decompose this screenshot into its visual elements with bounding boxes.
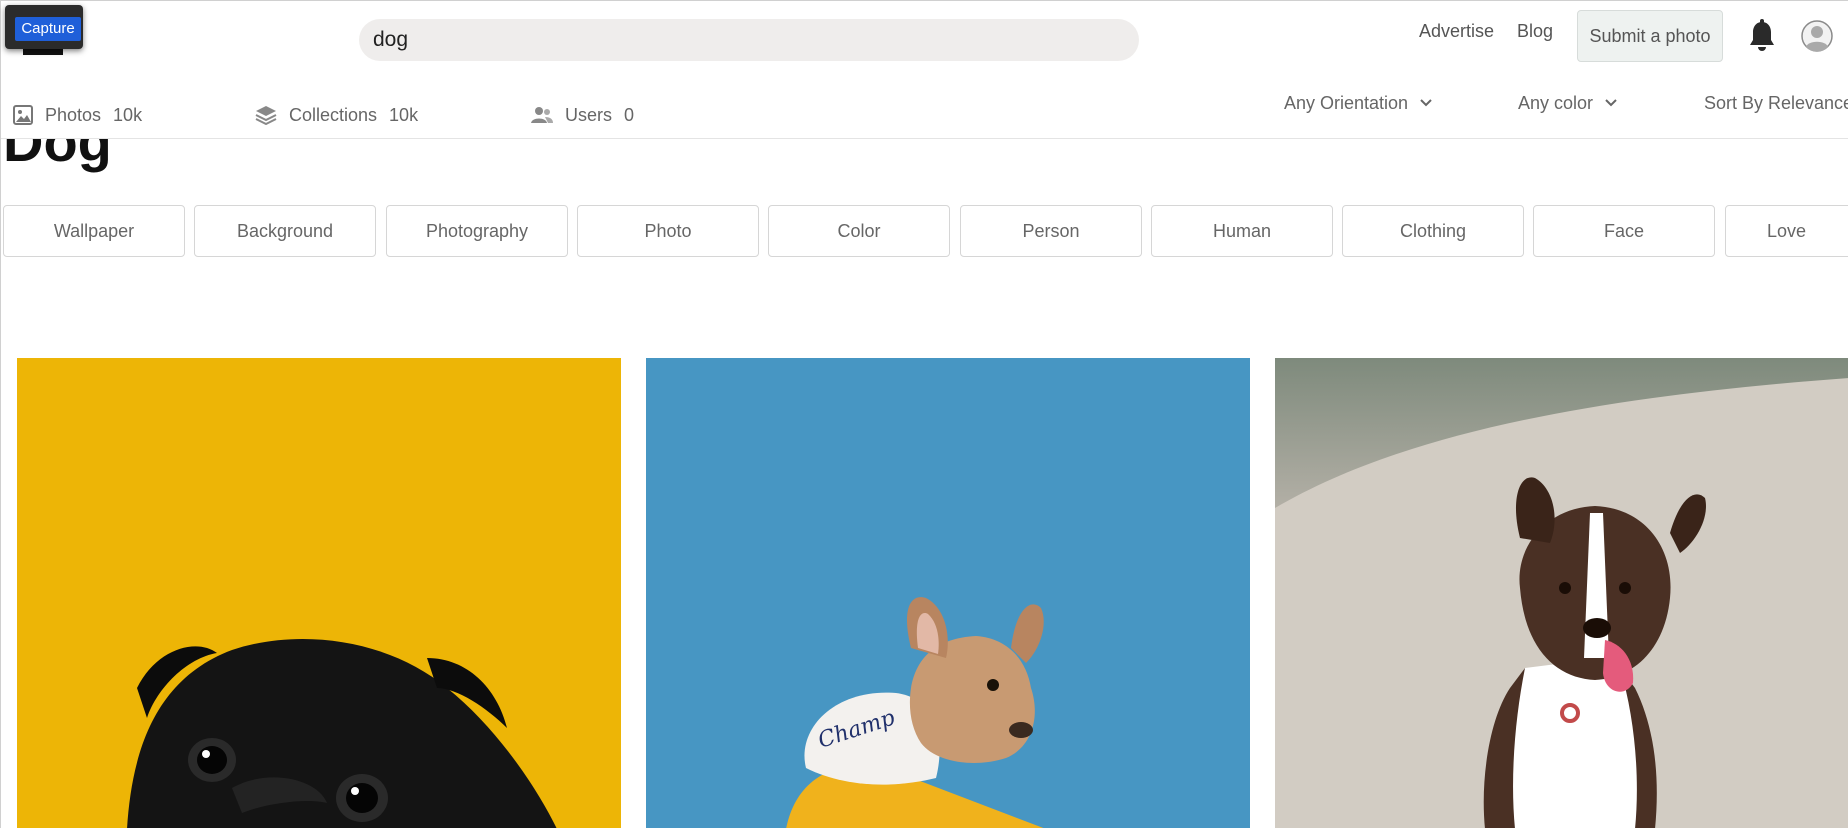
tab-count: 0: [624, 104, 635, 125]
chevron-down-icon: [1605, 99, 1617, 107]
pug-photo: [17, 358, 621, 828]
bell-icon[interactable]: [1747, 19, 1777, 53]
tag-chip[interactable]: Wallpaper: [3, 205, 185, 257]
avatar[interactable]: [1801, 20, 1833, 52]
tag-chip[interactable]: Background: [194, 205, 376, 257]
capture-button[interactable]: Capture: [15, 17, 81, 41]
color-label: Any color: [1518, 92, 1594, 113]
photo-card[interactable]: Champ: [646, 358, 1250, 828]
tab-count: 10k: [113, 104, 143, 125]
tab-photos[interactable]: Photos 10k: [13, 103, 142, 127]
users-icon: [531, 107, 553, 123]
orientation-dropdown[interactable]: Any Orientation: [1284, 91, 1432, 115]
blog-link[interactable]: Blog: [1517, 21, 1553, 42]
color-dropdown[interactable]: Any color: [1518, 91, 1617, 115]
photo-card[interactable]: [17, 358, 621, 828]
related-tags: Wallpaper Background Photography Photo C…: [3, 205, 1848, 259]
sort-dropdown[interactable]: Sort By Relevance: [1704, 91, 1848, 115]
bulldog-photo: Champ: [646, 358, 1250, 828]
tag-chip[interactable]: Color: [768, 205, 950, 257]
tab-label: Collections: [289, 104, 378, 125]
chevron-down-icon: [1420, 99, 1432, 107]
tag-chip[interactable]: Love: [1725, 205, 1848, 257]
tag-chip[interactable]: Clothing: [1342, 205, 1524, 257]
tag-chip[interactable]: Human: [1151, 205, 1333, 257]
search-input[interactable]: [373, 19, 1113, 61]
tag-chip[interactable]: Face: [1533, 205, 1715, 257]
tag-chip[interactable]: Photography: [386, 205, 568, 257]
filter-bar: Photos 10k Collections 10k Users 0 Any O…: [1, 81, 1848, 139]
advertise-link[interactable]: Advertise: [1419, 21, 1494, 42]
image-icon: [13, 105, 33, 125]
tab-count: 10k: [389, 104, 419, 125]
layers-icon: [255, 106, 277, 125]
tab-label: Users: [565, 104, 613, 125]
tab-users[interactable]: Users 0: [531, 103, 634, 127]
photo-card[interactable]: [1275, 358, 1848, 828]
tab-collections[interactable]: Collections 10k: [255, 103, 418, 127]
orientation-label: Any Orientation: [1284, 92, 1409, 113]
tab-label: Photos: [45, 104, 102, 125]
tag-chip[interactable]: Photo: [577, 205, 759, 257]
sort-label: Sort By Relevance: [1704, 92, 1848, 113]
capture-widget: Capture: [5, 5, 83, 49]
shepherd-photo: [1275, 358, 1848, 828]
top-header: Advertise Blog Submit a photo: [1, 1, 1848, 81]
submit-photo-button[interactable]: Submit a photo: [1577, 10, 1723, 62]
search-bar[interactable]: [359, 19, 1139, 61]
tag-chip[interactable]: Person: [960, 205, 1142, 257]
